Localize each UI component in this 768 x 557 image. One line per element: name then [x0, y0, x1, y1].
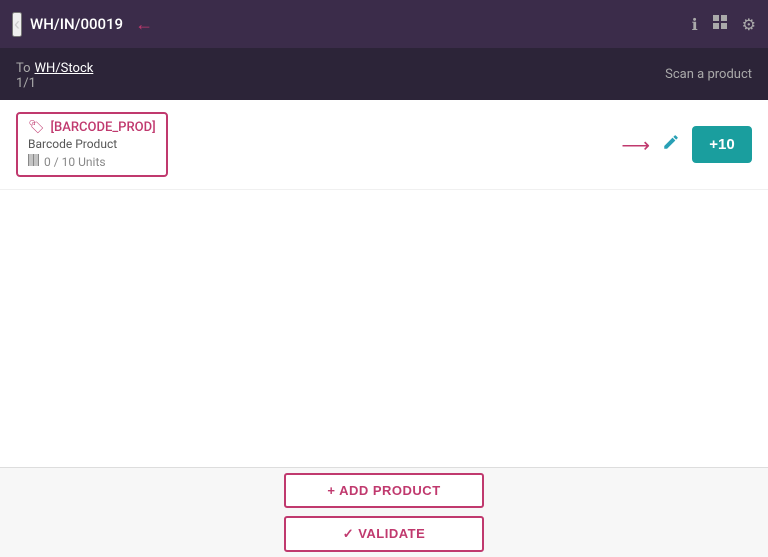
- product-name: Barcode Product: [28, 137, 156, 151]
- validate-button[interactable]: ✓ VALIDATE: [284, 516, 484, 552]
- product-tag-row: 🏷 [BARCODE_PROD]: [28, 120, 156, 135]
- plus-ten-button[interactable]: +10: [692, 126, 752, 163]
- empty-space: [0, 190, 768, 450]
- to-label: To: [16, 61, 31, 76]
- product-code: [BARCODE_PROD]: [51, 120, 156, 135]
- subheader-left: To WH/Stock 1/1: [16, 57, 93, 91]
- product-card: 🏷 [BARCODE_PROD] Barcode Product 0 / 10 …: [16, 112, 168, 177]
- barcode-icon: [28, 154, 40, 169]
- info-icon[interactable]: ℹ: [692, 15, 698, 34]
- subheader: To WH/Stock 1/1 Scan a product: [0, 48, 768, 100]
- app-header: ‹ WH/IN/00019 ← ℹ ⚙: [0, 0, 768, 48]
- header-icons: ℹ ⚙: [692, 14, 756, 34]
- scan-product-label: Scan a product: [665, 67, 752, 82]
- location-link[interactable]: WH/Stock: [35, 61, 94, 76]
- subheader-to-row: To WH/Stock: [16, 57, 93, 76]
- header-left: ‹ WH/IN/00019 ←: [12, 12, 153, 37]
- product-row: 🏷 [BARCODE_PROD] Barcode Product 0 / 10 …: [0, 100, 768, 190]
- page-indicator: 1/1: [16, 76, 93, 91]
- edit-button[interactable]: [662, 133, 680, 156]
- arrow-indicator-icon: ←: [135, 14, 153, 35]
- tag-icon: 🏷: [28, 120, 45, 135]
- grid-icon[interactable]: [712, 14, 728, 34]
- back-button[interactable]: ‹: [12, 12, 22, 37]
- main-content: 🏷 [BARCODE_PROD] Barcode Product 0 / 10 …: [0, 100, 768, 467]
- row-actions: ⟶ +10: [621, 126, 752, 163]
- back-icon: ‹: [14, 14, 20, 35]
- settings-icon[interactable]: ⚙: [742, 15, 756, 34]
- footer: + ADD PRODUCT ✓ VALIDATE: [0, 467, 768, 557]
- product-qty-row: 0 / 10 Units: [28, 154, 156, 169]
- add-product-button[interactable]: + ADD PRODUCT: [284, 473, 484, 508]
- right-arrow-icon: ⟶: [621, 133, 650, 157]
- document-title: WH/IN/00019: [30, 15, 123, 33]
- product-qty: 0 / 10 Units: [44, 155, 106, 169]
